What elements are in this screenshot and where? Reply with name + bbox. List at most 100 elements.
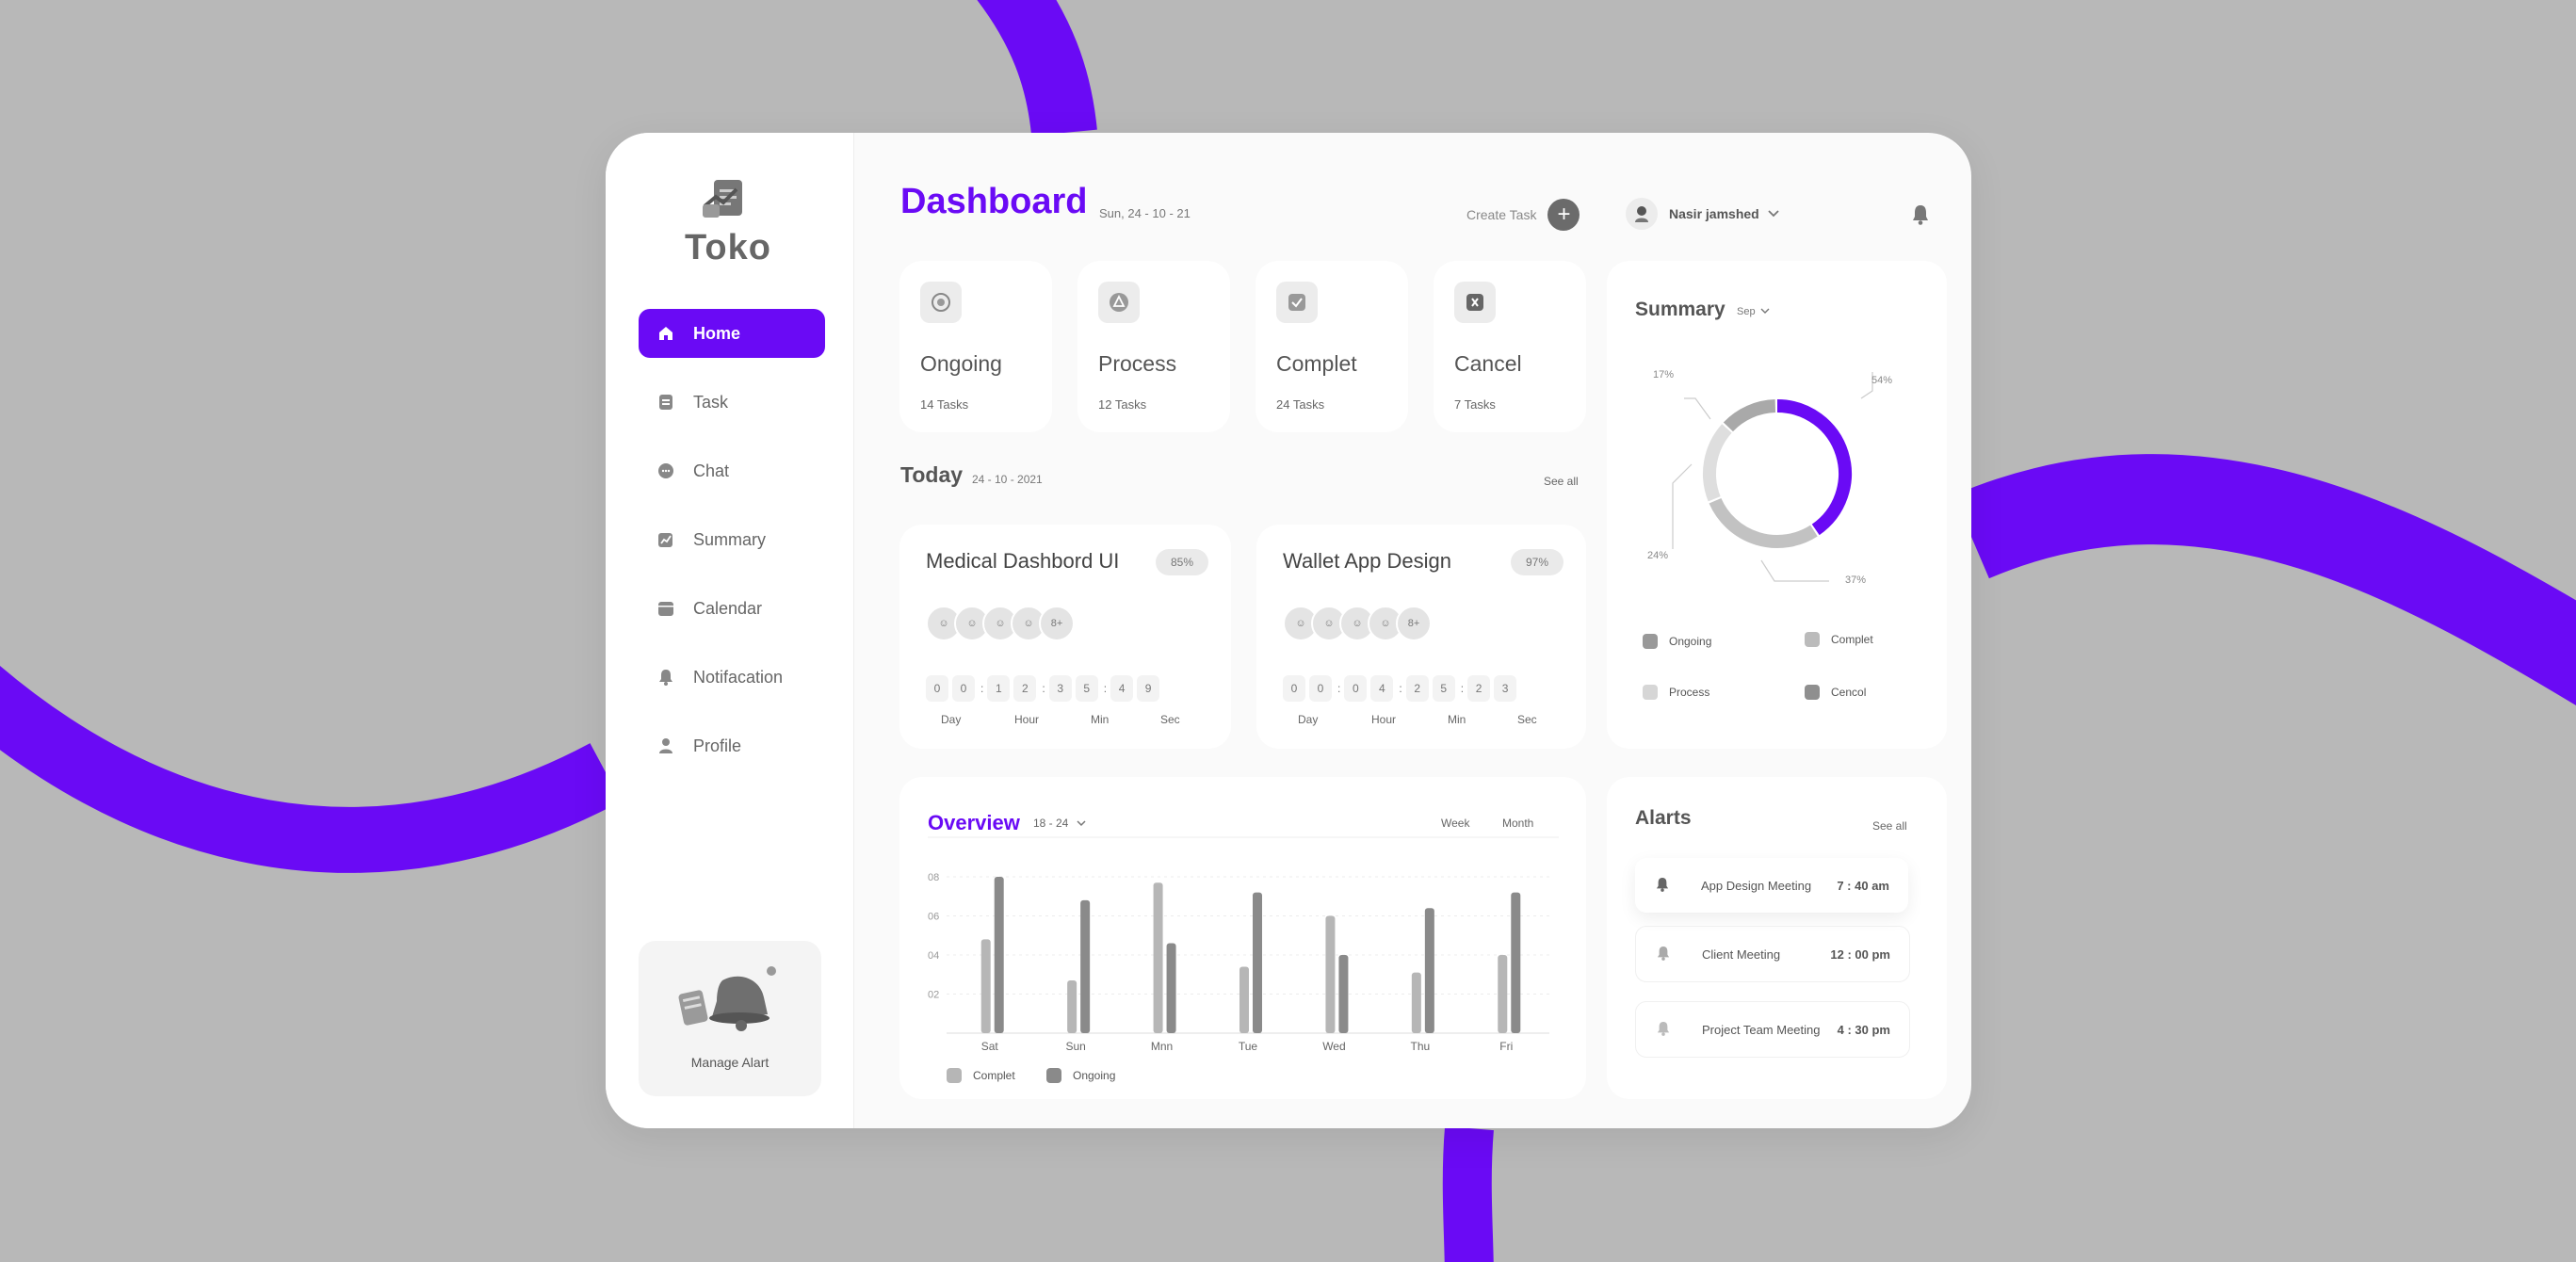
bar-ongoing	[1511, 892, 1521, 1033]
bar-ongoing	[1080, 899, 1091, 1033]
x-tick-label: Thu	[1411, 1040, 1431, 1053]
chat-icon	[657, 462, 674, 479]
legend-swatch	[1643, 634, 1658, 649]
more-members-badge: 8+	[1396, 606, 1432, 641]
x-tick-label: Mnn	[1151, 1040, 1173, 1053]
main-content: Dashboard Sun, 24 - 10 - 21 Create Task …	[853, 133, 1971, 1128]
profile-icon	[657, 737, 674, 754]
sidebar-item-label: Home	[693, 323, 741, 343]
label-leader-line	[1684, 397, 1711, 420]
user-name: Nasir jamshed	[1669, 206, 1759, 221]
progress-badge: 85%	[1156, 549, 1208, 575]
legend-ongoing: Ongoing	[1046, 1068, 1115, 1083]
timer-unit-label: Min	[1091, 713, 1110, 726]
label-leader-line	[1760, 559, 1829, 582]
manage-alart-card[interactable]: Manage Alart	[639, 941, 821, 1096]
alert-item[interactable]: Client Meeting 12 : 00 pm	[1635, 926, 1910, 982]
cancel-icon	[1454, 282, 1496, 323]
brand-name: Toko	[685, 228, 771, 267]
sidebar-item-calendar[interactable]: Calendar	[639, 584, 825, 633]
today-title: Today	[900, 462, 964, 487]
legend-swatch	[1046, 1068, 1061, 1083]
timer-digit: 0	[1344, 675, 1368, 702]
label-leader-line	[1672, 463, 1693, 549]
sidebar-nav: Home Task Chat Summary Calendar Notifaca…	[639, 309, 825, 790]
bell-icon	[1656, 877, 1675, 895]
project-card-medical[interactable]: Medical Dashbord UI 85% ☺ ☺ ☺ ☺ 8+ 0 0 :…	[899, 525, 1231, 749]
bar-complet	[1153, 882, 1163, 1033]
bar-ongoing	[1253, 892, 1262, 1033]
header-date: Sun, 24 - 10 - 21	[1099, 206, 1191, 220]
legend-label: Complet	[973, 1069, 1015, 1082]
sidebar-item-label: Profile	[693, 736, 742, 755]
bar-complet	[1498, 955, 1508, 1033]
donut-slice	[1723, 399, 1776, 432]
stat-card-complet[interactable]: Complet 24 Tasks	[1256, 261, 1408, 432]
bell-icon	[657, 669, 674, 686]
legend-swatch	[947, 1068, 962, 1083]
stat-name: Process	[1098, 351, 1177, 376]
sidebar-item-profile[interactable]: Profile	[639, 721, 825, 770]
bar-complet	[1325, 915, 1336, 1033]
user-menu[interactable]: Nasir jamshed	[1626, 198, 1780, 230]
legend-complet: Complet	[947, 1068, 1015, 1083]
calendar-icon	[657, 600, 674, 617]
donut-slice	[1703, 424, 1732, 502]
logo: Toko	[681, 178, 775, 268]
sidebar: Toko Home Task Chat Summary Calendar Not…	[606, 133, 854, 1128]
timer-unit-label: Day	[941, 713, 962, 726]
bar-complet	[1067, 979, 1077, 1033]
donut-slice	[1776, 399, 1852, 536]
slice-label: 37%	[1845, 574, 1866, 586]
bar-ongoing	[1166, 943, 1176, 1033]
manage-alart-label: Manage Alart	[690, 1055, 770, 1070]
stat-count: 12 Tasks	[1098, 397, 1147, 412]
legend-swatch	[1805, 632, 1820, 647]
bar-ongoing	[1424, 908, 1434, 1033]
stat-card-process[interactable]: Process 12 Tasks	[1077, 261, 1230, 432]
timer-digit: 0	[926, 675, 948, 702]
timer-unit-label: Sec	[1517, 713, 1537, 726]
stat-card-cancel[interactable]: Cancel 7 Tasks	[1434, 261, 1586, 432]
legend-cencol: Cencol	[1805, 685, 1866, 700]
stat-card-ongoing[interactable]: Ongoing 14 Tasks	[899, 261, 1052, 432]
bar-complet	[980, 939, 991, 1033]
sidebar-item-notifacation[interactable]: Notifacation	[639, 653, 825, 702]
avatar	[1626, 198, 1658, 230]
sidebar-item-task[interactable]: Task	[639, 378, 825, 427]
logo-icon	[703, 180, 742, 218]
create-task-label: Create Task	[1466, 207, 1537, 222]
process-icon	[1098, 282, 1140, 323]
sidebar-item-summary[interactable]: Summary	[639, 515, 825, 564]
overview-card: Overview 18 - 24 Week Month 08 06 04 02 Sat S…	[899, 777, 1586, 1099]
sidebar-item-label: Summary	[693, 529, 767, 549]
timer-unit-label: Sec	[1160, 713, 1180, 726]
chevron-down-icon	[1768, 210, 1779, 218]
notification-bell-icon[interactable]	[1911, 204, 1930, 230]
alert-item[interactable]: Project Team Meeting 4 : 30 pm	[1635, 1001, 1910, 1058]
today-see-all-link[interactable]: See all	[1544, 475, 1579, 488]
summary-card: Summary Sep 54% 37% 24% 17% Ongoing Complet…	[1607, 261, 1947, 749]
project-card-wallet[interactable]: Wallet App Design 97% ☺ ☺ ☺ ☺ 8+ 0 0 : 0…	[1256, 525, 1586, 749]
alert-item[interactable]: App Design Meeting 7 : 40 am	[1635, 858, 1908, 913]
timer-digit: 5	[1075, 675, 1098, 702]
timer-unit-label: Min	[1448, 713, 1466, 726]
dashboard-window: Toko Home Task Chat Summary Calendar Not…	[606, 133, 1971, 1128]
legend-label: Cencol	[1831, 686, 1867, 699]
legend-complet: Complet	[1805, 632, 1873, 647]
legend-label: Ongoing	[1073, 1069, 1116, 1082]
bell-icon	[1657, 946, 1676, 963]
alerts-see-all-link[interactable]: See all	[1872, 819, 1907, 833]
sidebar-item-label: Notifacation	[693, 667, 784, 687]
complet-icon	[1276, 282, 1318, 323]
create-task-button[interactable]: Create Task +	[1466, 199, 1580, 231]
sidebar-item-home[interactable]: Home	[639, 309, 825, 358]
ongoing-icon	[920, 282, 962, 323]
x-tick-label: Fri	[1499, 1040, 1513, 1053]
bar-complet	[1239, 966, 1249, 1033]
sidebar-item-chat[interactable]: Chat	[639, 446, 825, 495]
alert-label: Client Meeting	[1702, 946, 1781, 962]
timer-digit: 3	[1494, 675, 1517, 702]
stat-name: Cancel	[1454, 351, 1522, 376]
slice-label: 24%	[1647, 550, 1668, 561]
